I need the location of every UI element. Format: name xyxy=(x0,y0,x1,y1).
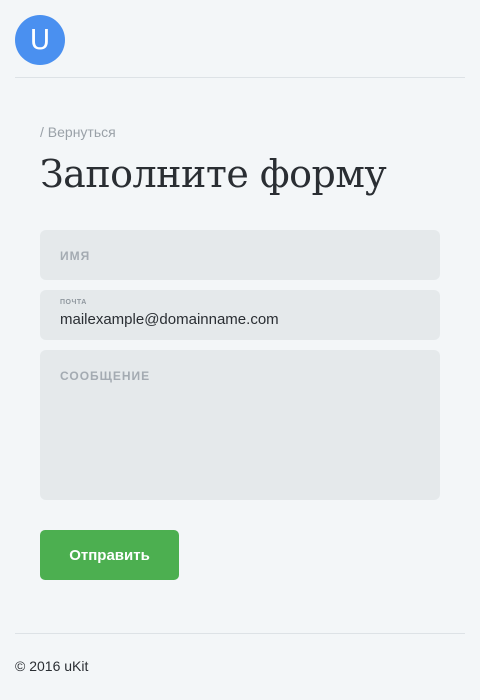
message-field[interactable]: СООБЩЕНИЕ xyxy=(40,350,440,500)
page-title: Заполните форму xyxy=(40,152,387,196)
message-placeholder: СООБЩЕНИЕ xyxy=(60,369,151,383)
name-placeholder: ИМЯ xyxy=(60,249,91,263)
site-header: U xyxy=(15,15,465,78)
copyright-text: © 2016 uKit xyxy=(15,658,89,674)
submit-button[interactable]: Отправить xyxy=(40,530,179,580)
email-value: mailexample@domainname.com xyxy=(60,311,279,328)
email-field[interactable]: ПОЧТА mailexample@domainname.com xyxy=(40,290,440,340)
back-link[interactable]: / Вернуться xyxy=(40,124,116,140)
footer-divider xyxy=(15,633,465,634)
logo[interactable]: U xyxy=(15,15,65,65)
name-field[interactable]: ИМЯ xyxy=(40,230,440,280)
logo-letter: U xyxy=(29,23,51,56)
email-label: ПОЧТА xyxy=(60,299,87,306)
